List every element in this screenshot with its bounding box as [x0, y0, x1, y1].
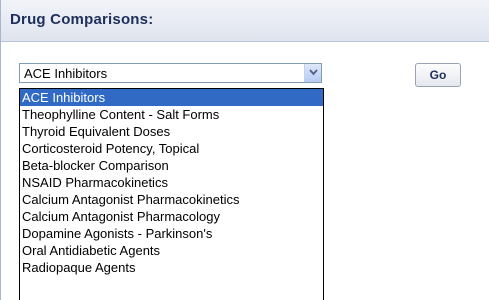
dropdown-option[interactable]: Corticosteroid Potency, Topical [20, 140, 323, 157]
go-button[interactable]: Go [415, 63, 461, 87]
dropdown-option[interactable]: Beta-blocker Comparison [20, 157, 323, 174]
panel-title: Drug Comparisons: [10, 11, 154, 28]
drug-comparison-select[interactable]: ACE Inhibitors [19, 63, 322, 83]
drug-comparisons-panel: Drug Comparisons: ACE Inhibitors Go ACE … [0, 0, 489, 300]
dropdown-option[interactable]: Dopamine Agonists - Parkinson's [20, 225, 323, 242]
dropdown-option[interactable]: Calcium Antagonist Pharmacokinetics [20, 191, 323, 208]
dropdown-arrow-button[interactable] [304, 64, 321, 82]
dropdown-option[interactable]: Thyroid Equivalent Doses [20, 123, 323, 140]
dropdown-option[interactable]: NSAID Pharmacokinetics [20, 174, 323, 191]
dropdown-list[interactable]: ACE Inhibitors Theophylline Content - Sal… [19, 88, 324, 300]
dropdown-option[interactable]: Theophylline Content - Salt Forms [20, 106, 323, 123]
chevron-down-icon [309, 69, 318, 76]
dropdown-option[interactable]: Calcium Antagonist Pharmacology [20, 208, 323, 225]
dropdown-option[interactable]: ACE Inhibitors [20, 89, 323, 106]
dropdown-option[interactable]: Radiopaque Agents [20, 259, 323, 276]
panel-header: Drug Comparisons: [1, 0, 489, 42]
select-value: ACE Inhibitors [24, 66, 108, 81]
dropdown-option[interactable]: Oral Antidiabetic Agents [20, 242, 323, 259]
